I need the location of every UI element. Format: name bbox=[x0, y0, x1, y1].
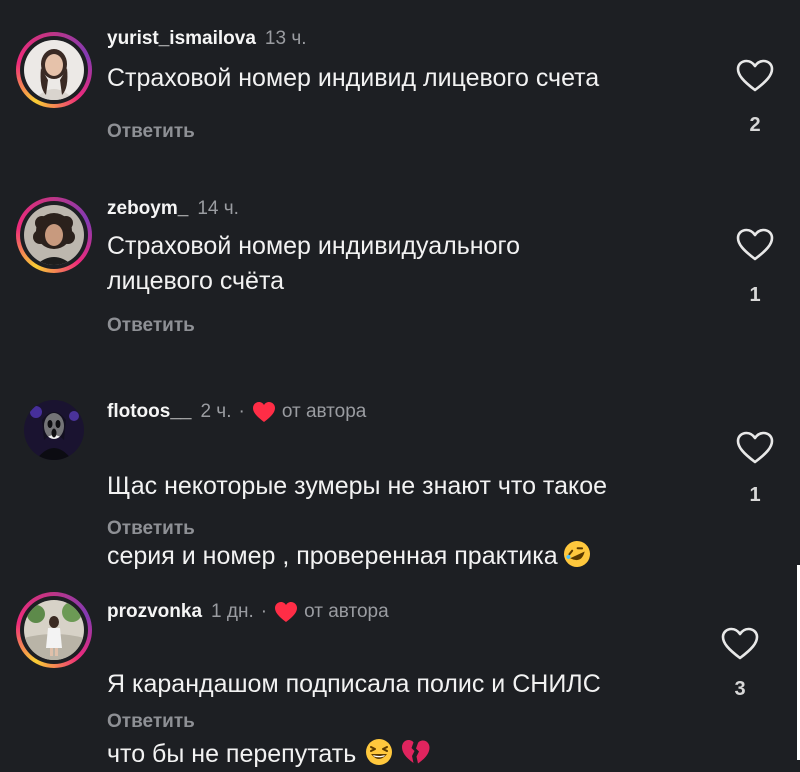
author-liked-label: от автора bbox=[281, 401, 367, 422]
comment-item: prozvonka 1 дн. · от автора Я карандашом… bbox=[0, 570, 796, 768]
grinning-squinting-face-emoji bbox=[366, 739, 393, 765]
comment-text: Страховой номер индивид лицевого счета bbox=[107, 64, 600, 92]
heart-outline-icon[interactable] bbox=[720, 626, 760, 662]
like-count: 1 bbox=[749, 484, 761, 506]
comment-text: Страховой номер индивидуального лицевого… bbox=[107, 232, 520, 295]
avatar-photo bbox=[24, 40, 84, 100]
heart-outline-icon[interactable] bbox=[735, 227, 775, 263]
author-liked-label: от автора bbox=[304, 601, 389, 622]
comment-time: 14 ч. bbox=[197, 198, 239, 219]
reply-button[interactable]: Ответить bbox=[107, 121, 195, 143]
comment-item: yurist_ismailova 13 ч. Страховой номер и… bbox=[0, 0, 796, 170]
comment-time: 13 ч. bbox=[264, 28, 307, 49]
comment-text-line: что бы не перепутать bbox=[107, 740, 357, 768]
comment-item: flotoos__ 2 ч. · от автора Щас некоторые… bbox=[0, 360, 796, 570]
comment-item: zeboym_ 14 ч. Страховой номер индивидуал… bbox=[0, 170, 796, 360]
separator-dot: · bbox=[238, 401, 245, 422]
comment-text-line: серия и номер , проверенная практика bbox=[107, 542, 558, 570]
avatar[interactable] bbox=[16, 592, 92, 668]
red-heart-icon bbox=[275, 602, 298, 622]
reply-button[interactable]: Ответить bbox=[107, 711, 195, 733]
reply-button[interactable]: Ответить bbox=[107, 315, 195, 337]
avatar[interactable] bbox=[16, 32, 92, 108]
rolling-on-floor-laughing-emoji bbox=[563, 541, 590, 567]
comment-text: Я карандашом подписала полис и СНИЛС что… bbox=[107, 632, 601, 772]
heart-outline-icon[interactable] bbox=[735, 430, 775, 466]
username[interactable]: flotoos__ bbox=[107, 401, 191, 423]
avatar-photo bbox=[24, 600, 84, 660]
username[interactable]: prozvonka bbox=[107, 601, 202, 623]
like-count: 1 bbox=[749, 284, 761, 306]
avatar-photo bbox=[24, 400, 84, 460]
avatar-photo bbox=[24, 205, 84, 265]
like-count: 3 bbox=[734, 678, 746, 700]
username[interactable]: yurist_ismailova bbox=[107, 28, 256, 50]
red-heart-icon bbox=[252, 402, 275, 422]
like-count: 2 bbox=[749, 114, 761, 136]
comment-text: Щас некоторые зумеры не знают что такое … bbox=[107, 434, 607, 574]
heart-outline-icon[interactable] bbox=[735, 58, 775, 94]
avatar[interactable] bbox=[16, 197, 92, 273]
avatar[interactable] bbox=[16, 392, 92, 468]
comment-text-line: Я карандашом подписала полис и СНИЛС bbox=[107, 670, 601, 698]
username[interactable]: zeboym_ bbox=[107, 198, 188, 220]
comment-text-line: Щас некоторые зумеры не знают что такое bbox=[107, 472, 608, 500]
reply-button[interactable]: Ответить bbox=[107, 518, 195, 540]
comment-time: 1 дн. bbox=[211, 601, 254, 622]
comment-time: 2 ч. bbox=[200, 401, 232, 422]
broken-heart-emoji bbox=[402, 740, 430, 764]
separator-dot: · bbox=[260, 601, 268, 622]
